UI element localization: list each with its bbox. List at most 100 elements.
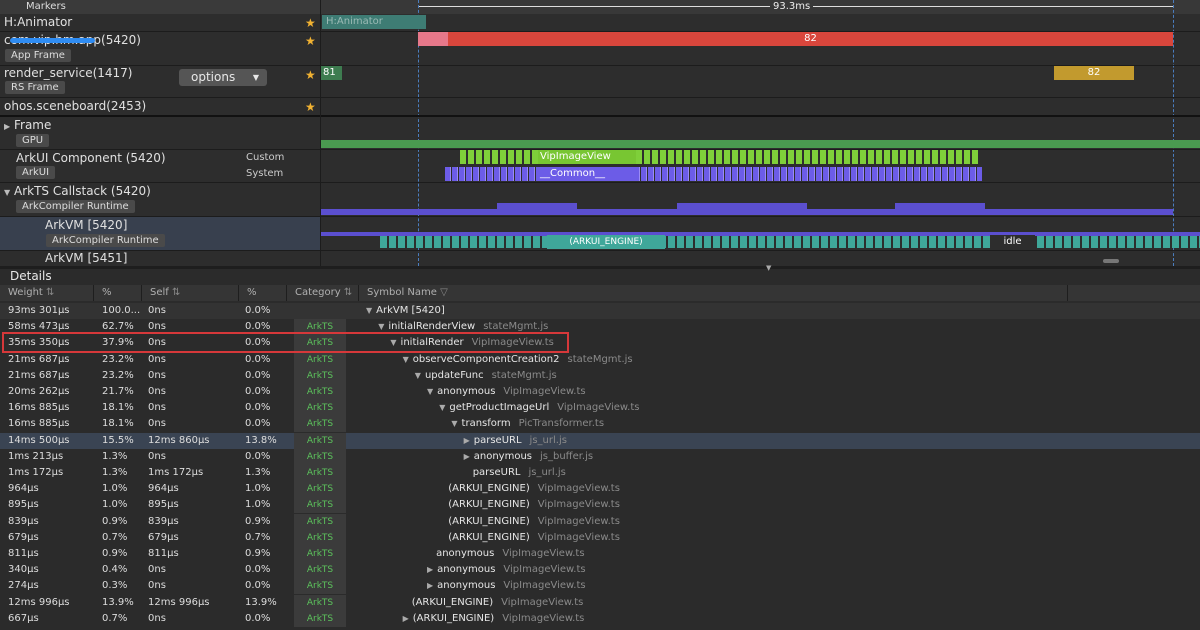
col-label: Self	[150, 287, 169, 298]
star-icon[interactable]: ★	[305, 68, 316, 82]
rs-frame-block[interactable]: 82	[1054, 66, 1134, 80]
sort-icon[interactable]: ⇅	[169, 287, 180, 298]
symbol-name: (ARKUI_ENGINE)	[411, 596, 494, 608]
track-sceneboard[interactable]: ohos.sceneboard(2453)	[0, 99, 320, 113]
collapse-icon[interactable]: ▼	[427, 387, 433, 396]
system-track-bar[interactable]	[445, 167, 982, 181]
table-row[interactable]: 340μs 0.4% 0ns 0.0% ArkTS ▶ anonymous VipImageV…	[0, 562, 1200, 579]
table-row[interactable]: 20ms 262μs 21.7% 0ns 0.0% ArkTS ▼ anonymous Vip…	[0, 384, 1200, 400]
options-button[interactable]: options ▼	[179, 69, 267, 86]
track-frame[interactable]: ▶ Frame	[0, 118, 320, 132]
expand-icon[interactable]: ▶	[464, 436, 470, 445]
table-row[interactable]: 93ms 301μs 100.0... 0ns 0.0% ▼ ArkVM [5420]	[0, 303, 1200, 319]
animator-block[interactable]: H:Animator	[322, 15, 426, 29]
track-animator[interactable]: H:Animator	[0, 15, 320, 29]
table-row[interactable]: 12ms 996μs 13.9% 12ms 996μs 13.9% ArkTS (ARK…	[0, 594, 1200, 611]
expand-icon[interactable]: ▶	[427, 565, 433, 574]
splitter-handle-icon[interactable]: ▼	[766, 264, 771, 272]
highlight-box	[2, 332, 569, 353]
table-row[interactable]: 21ms 687μs 23.2% 0ns 0.0% ArkTS ▼ updateFunc st…	[0, 367, 1200, 384]
sort-icon[interactable]: ⇅	[341, 287, 352, 298]
collapse-icon[interactable]: ▼	[415, 371, 421, 380]
symbol-cell: ▶ anonymous VipImageView.ts	[427, 578, 586, 594]
table-row[interactable]: 964μs 1.0% 964μs 1.0% ArkTS (ARKUI_ENGINE) Vi…	[0, 481, 1200, 498]
weight-cell: 21ms 687μs	[8, 369, 70, 381]
leaf-spacer	[403, 598, 408, 607]
arkvm-samples-bar[interactable]	[380, 236, 1200, 248]
weight-cell: 839μs	[8, 515, 39, 527]
table-row[interactable]: 21ms 687μs 23.2% 0ns 0.0% ArkTS ▼ observeCompo…	[0, 351, 1200, 368]
self-percent-cell: 13.9%	[245, 596, 277, 608]
col-self-percent-header[interactable]: %	[239, 285, 287, 301]
scroll-handle[interactable]	[1103, 259, 1119, 263]
common-block[interactable]: __Common__	[538, 167, 638, 181]
expand-icon[interactable]: ▶	[427, 581, 433, 590]
star-icon[interactable]: ★	[305, 100, 316, 114]
table-row[interactable]: 667μs 0.7% 0ns 0.0% ArkTS ▶ (ARKUI_ENGINE) VipI…	[0, 610, 1200, 627]
self-cell: 811μs	[148, 548, 179, 559]
track-arkvm[interactable]: ArkVM [5420]	[0, 218, 320, 232]
star-icon[interactable]: ★	[305, 34, 316, 48]
col-label: %	[102, 287, 112, 298]
weight-cell: 895μs	[8, 499, 39, 511]
arkts-track-peak[interactable]	[497, 203, 577, 215]
gpu-track-bar[interactable]	[320, 140, 1200, 148]
col-symbol-header[interactable]: Symbol Name ▽	[359, 285, 1068, 301]
details-title: Details	[10, 269, 52, 283]
symbol-file: js_url.js	[528, 467, 566, 478]
table-row[interactable]: 14ms 500μs 15.5% 12ms 860μs 13.8% ArkTS ▶ pars…	[0, 432, 1200, 449]
table-row[interactable]: 16ms 885μs 18.1% 0ns 0.0% ArkTS ▼ transform Pic…	[0, 416, 1200, 433]
self-cell: 839μs	[148, 515, 179, 527]
table-row[interactable]: 895μs 1.0% 895μs 1.0% ArkTS (ARKUI_ENGINE) Vi…	[0, 497, 1200, 514]
expand-icon[interactable]: ▶	[0, 122, 10, 131]
expand-icon[interactable]: ▶	[403, 614, 409, 623]
app-frame-block[interactable]: 82	[448, 32, 1173, 46]
expand-icon[interactable]: ▼	[0, 188, 10, 197]
rs-frame-small-block[interactable]: 81	[320, 66, 342, 80]
collapse-icon[interactable]: ▼	[451, 419, 457, 428]
table-row[interactable]: 679μs 0.7% 679μs 0.7% ArkTS (ARKUI_ENGINE) Vi…	[0, 529, 1200, 546]
table-row[interactable]: 1ms 213μs 1.3% 0ns 0.0% ArkTS ▶ anonymous js_bu…	[0, 448, 1200, 465]
col-self-header[interactable]: Self ⇅	[142, 285, 239, 301]
vipimageview-block[interactable]: VipImageView	[538, 150, 636, 164]
track-arkts[interactable]: ▼ ArkTS Callstack (5420)	[0, 184, 320, 198]
sort-icon[interactable]: ⇅	[43, 287, 54, 298]
symbol-cell: (ARKUI_ENGINE) VipImageView.ts	[403, 595, 584, 611]
arkts-track-peak[interactable]	[895, 203, 985, 215]
rs-frame-tag: RS Frame	[5, 81, 65, 94]
idle-block[interactable]: idle	[990, 235, 1035, 249]
weight-cell: 811μs	[8, 548, 39, 559]
track-render-service[interactable]: render_service(1417)	[0, 66, 320, 80]
col-category-header[interactable]: Category ⇅	[287, 285, 359, 301]
arkui-engine-block[interactable]: (ARKUI_ENGINE)	[547, 235, 665, 249]
percent-cell: 0.7%	[102, 612, 128, 624]
symbol-name: anonymous	[437, 580, 496, 592]
table-row[interactable]: 274μs 0.3% 0ns 0.0% ArkTS ▶ anonymous VipImageV…	[0, 578, 1200, 595]
collapse-icon[interactable]: ▼	[378, 322, 384, 331]
panel-splitter[interactable]	[0, 266, 1200, 269]
collapse-icon[interactable]: ▼	[366, 306, 372, 315]
self-percent-cell: 0.0%	[245, 612, 271, 624]
category-badge: ArkTS	[294, 384, 346, 400]
track-arkvm-2[interactable]: ArkVM [5451]	[0, 251, 320, 265]
col-percent-header[interactable]: %	[94, 285, 142, 301]
table-row[interactable]: 839μs 0.9% 839μs 0.9% ArkTS (ARKUI_ENGINE) Vi…	[0, 513, 1200, 530]
filter-icon[interactable]: ▽	[437, 287, 448, 298]
star-icon[interactable]: ★	[305, 16, 316, 30]
weight-cell: 16ms 885μs	[8, 418, 70, 430]
collapse-icon[interactable]: ▼	[403, 355, 409, 364]
timeline-panel: Markers 93.3ms H:Animator ★ H:Animator c…	[0, 0, 1200, 266]
expand-icon[interactable]: ▶	[464, 452, 470, 461]
table-row[interactable]: 811μs 0.9% 811μs 0.9% ArkTS anonymous VipImag…	[0, 546, 1200, 562]
table-row[interactable]: 1ms 172μs 1.3% 1ms 172μs 1.3% ArkTS parseURL…	[0, 465, 1200, 481]
table-row[interactable]: 16ms 885μs 18.1% 0ns 0.0% ArkTS ▼ getProductIm…	[0, 400, 1200, 417]
app-frame-pink-block[interactable]	[418, 32, 448, 46]
symbol-file: VipImageView.ts	[503, 580, 586, 592]
collapse-icon[interactable]: ▼	[439, 403, 445, 412]
self-percent-cell: 0.0%	[245, 450, 271, 462]
symbol-file: VipImageView.ts	[537, 531, 620, 543]
percent-cell: 0.7%	[102, 531, 128, 543]
arkts-track-peak[interactable]	[677, 203, 807, 215]
category-badge: ArkTS	[294, 594, 346, 611]
col-weight-header[interactable]: Weight ⇅	[0, 285, 94, 301]
